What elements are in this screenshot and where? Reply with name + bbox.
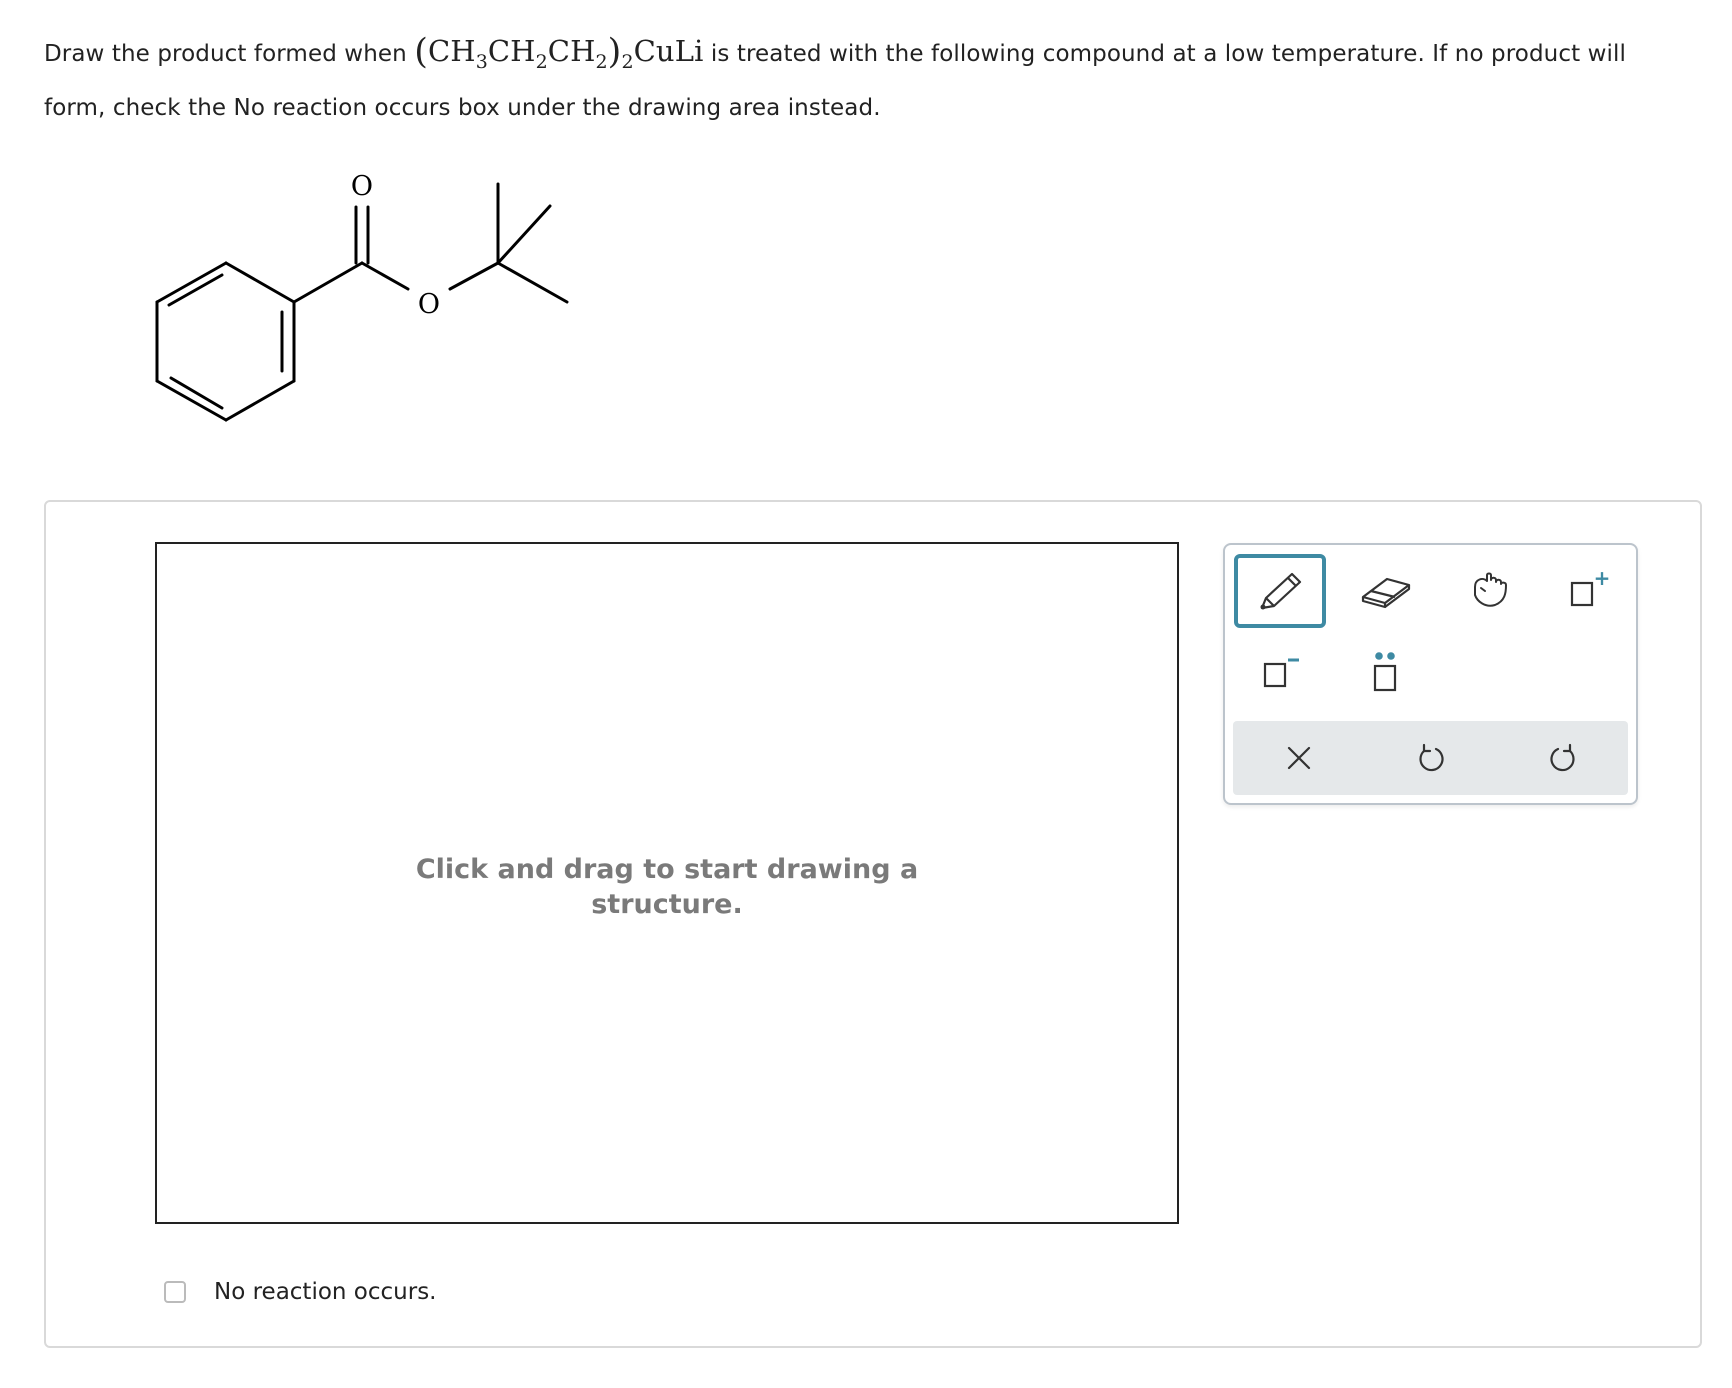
hand-tool-button[interactable] [1447, 556, 1535, 626]
answer-panel: Click and drag to start drawing a struct… [44, 500, 1702, 1348]
ring-bond [155, 379, 228, 422]
no-reaction-checkbox[interactable] [164, 1281, 186, 1303]
negative-charge-icon [1263, 658, 1299, 688]
action-bar [1233, 721, 1628, 795]
pencil-icon [1260, 572, 1302, 610]
clear-icon [1287, 746, 1311, 770]
clear-button[interactable] [1255, 723, 1343, 793]
drawing-hint: Click and drag to start drawing a struct… [415, 854, 919, 920]
hand-icon [1474, 572, 1507, 607]
undo-icon [1419, 743, 1444, 772]
question-text: Draw the product formed when (CH3CH2CH2)… [44, 24, 1684, 135]
bond [496, 261, 569, 304]
bond [448, 261, 500, 291]
eraser-tool-button[interactable] [1341, 556, 1429, 626]
drawing-canvas[interactable]: Click and drag to start drawing a struct… [155, 542, 1179, 1224]
ester-oxygen-label: O [418, 289, 440, 320]
no-reaction-label: No reaction occurs. [214, 1279, 437, 1305]
drawing-toolbar: + [1223, 543, 1638, 805]
positive-charge-icon: + [1570, 569, 1611, 607]
carbonyl-oxygen-label: O [351, 171, 373, 202]
ring-bond [224, 261, 296, 304]
bond [292, 261, 364, 304]
question-text-before: Draw the product formed when [44, 41, 415, 67]
eraser-icon [1361, 577, 1411, 609]
lone-pair-tool-button[interactable] [1341, 637, 1429, 707]
svg-text:+: + [1594, 569, 1611, 590]
bond [496, 204, 552, 265]
negative-charge-tool-button[interactable] [1234, 637, 1322, 707]
undo-button[interactable] [1387, 723, 1475, 793]
redo-icon [1550, 743, 1575, 772]
reactant-structure: O O [155, 171, 569, 422]
ring-bond [224, 379, 296, 422]
no-reaction-row: No reaction occurs. [164, 1272, 437, 1312]
lone-pair-icon [1373, 652, 1397, 692]
pencil-tool-button[interactable] [1234, 554, 1326, 628]
bond [360, 261, 410, 291]
redo-button[interactable] [1519, 723, 1607, 793]
positive-charge-tool-button[interactable]: + [1545, 556, 1633, 626]
cuprate-formula: (CH3CH2CH2)2CuLi [414, 32, 704, 73]
ring-bond [155, 261, 228, 304]
